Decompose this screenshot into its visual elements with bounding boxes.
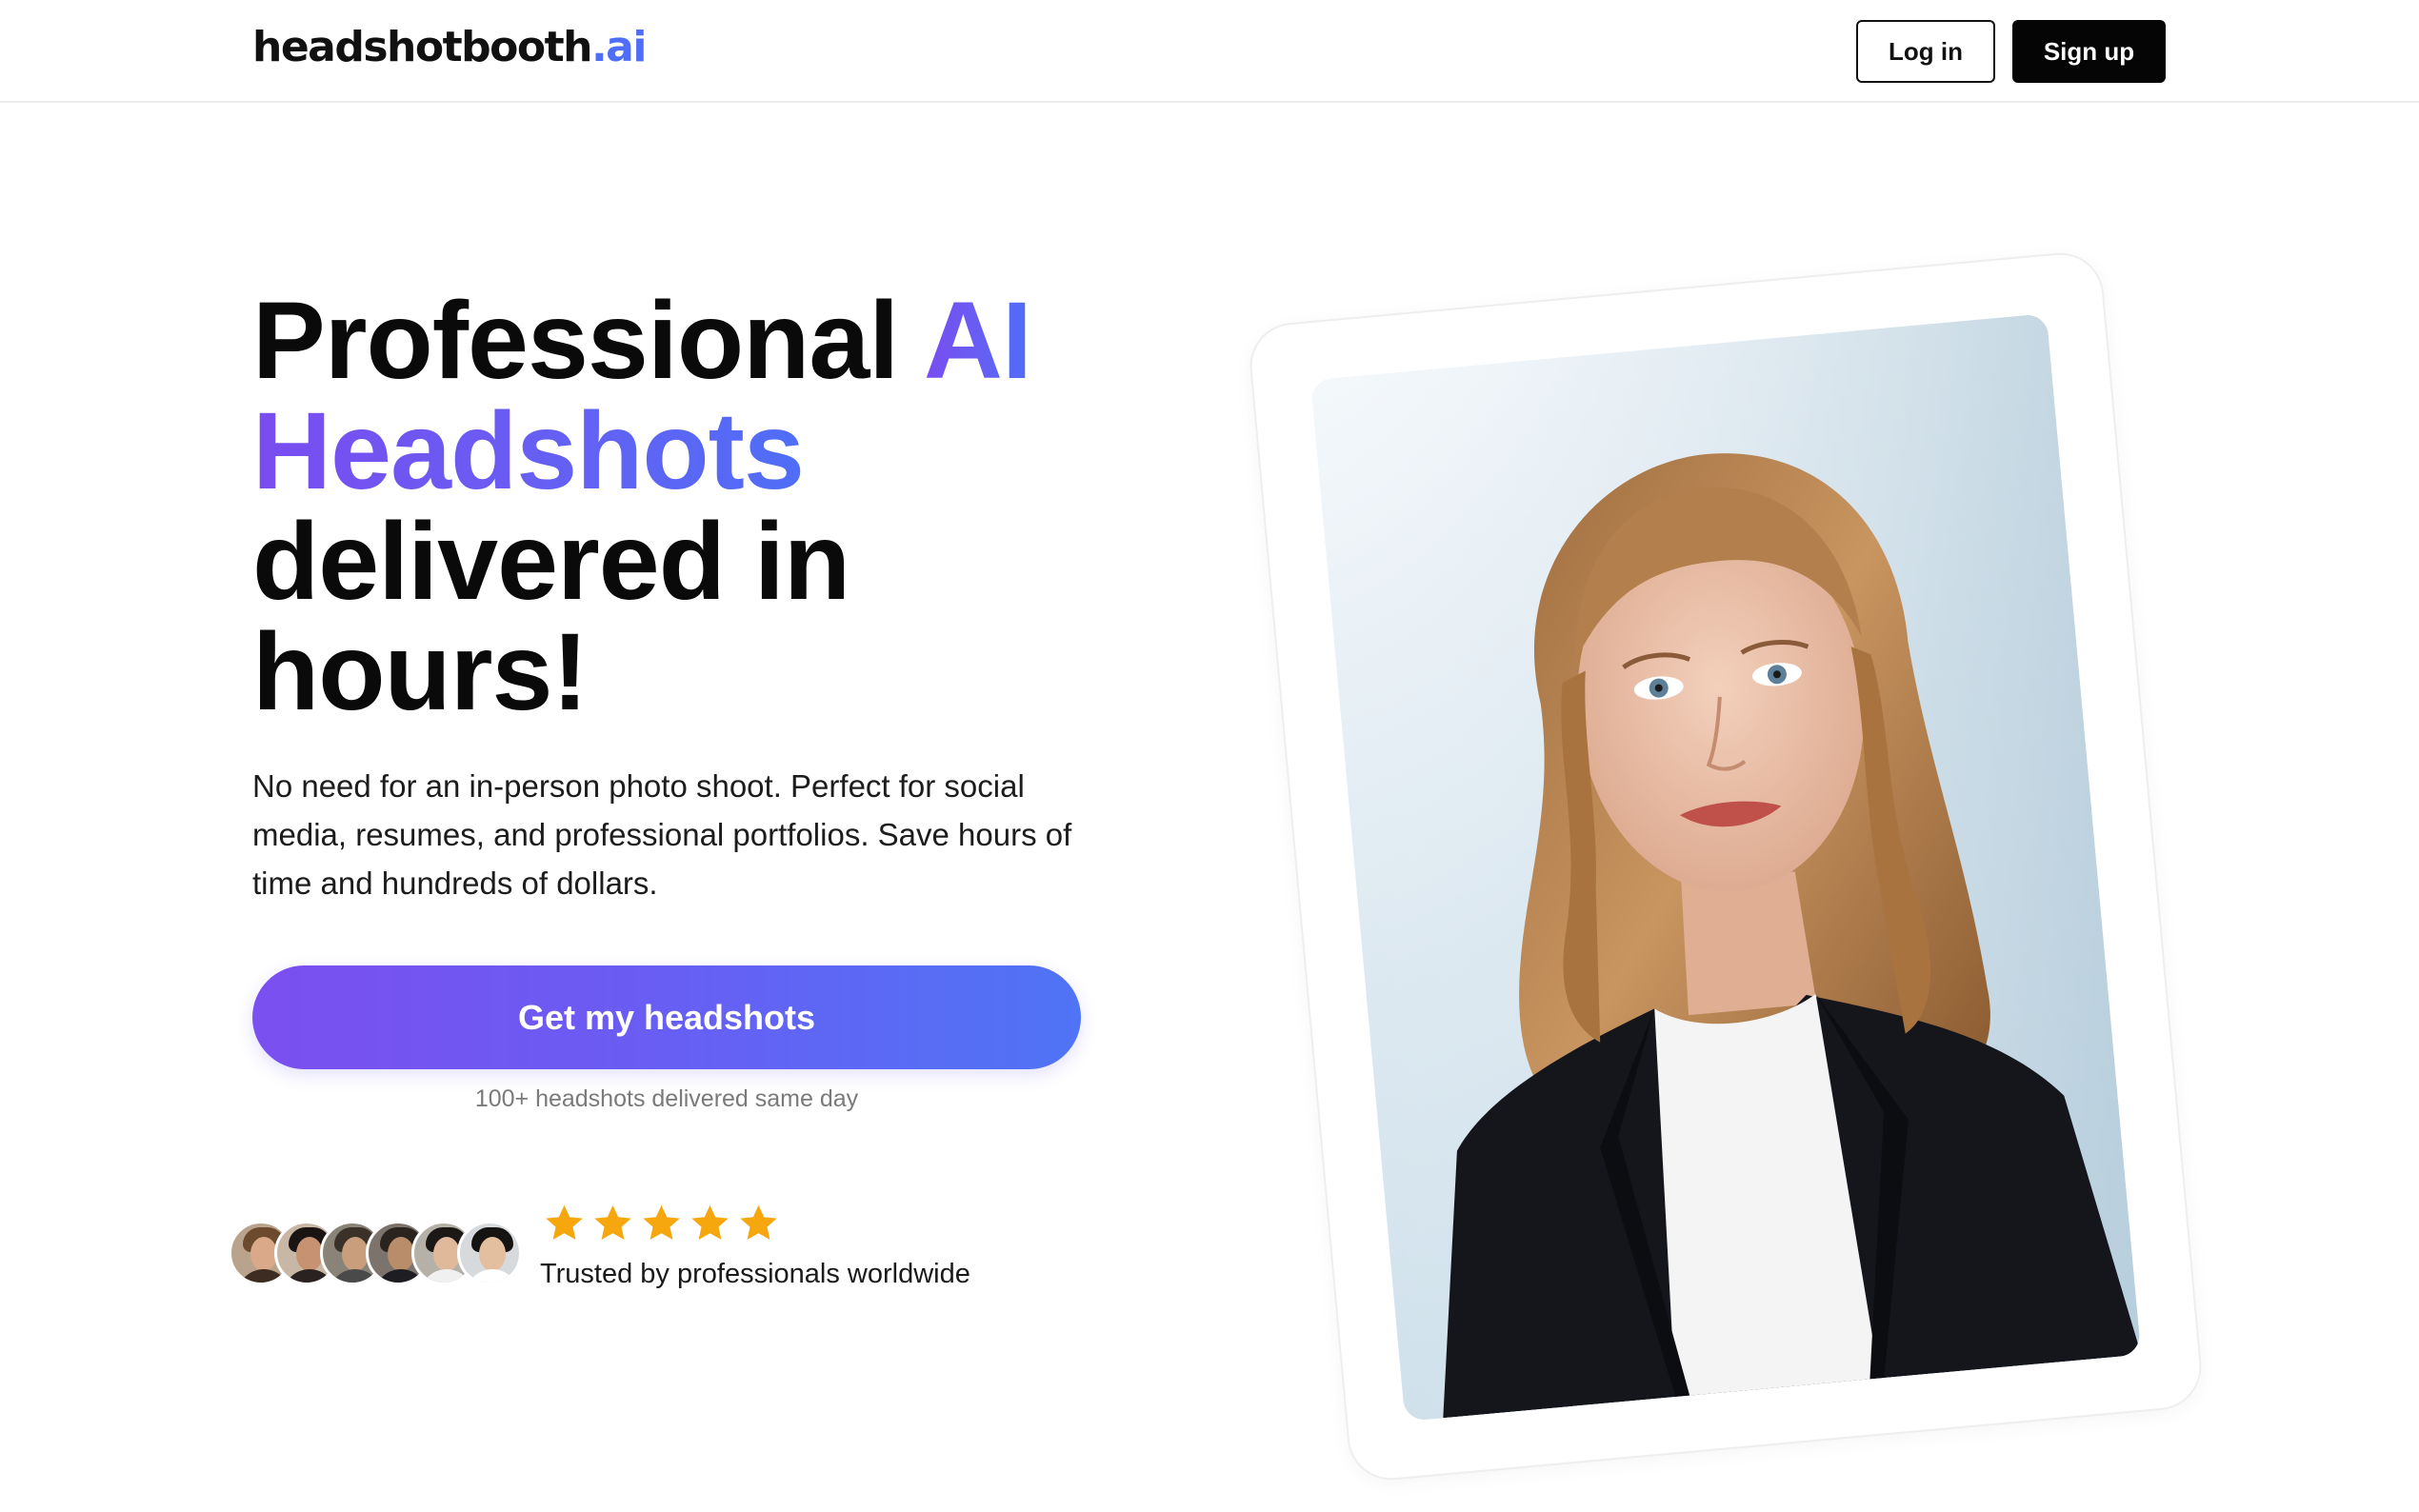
customer-avatars — [229, 1221, 524, 1285]
site-header: headshotbooth.ai Log in Sign up — [0, 0, 2419, 103]
rating-stars — [542, 1202, 781, 1247]
headline-line-3: delivered in — [252, 501, 850, 623]
avatar — [457, 1221, 522, 1285]
login-button[interactable]: Log in — [1856, 20, 1995, 83]
headline-accent-headshots: Headshots — [252, 390, 805, 512]
headline-text: Professional — [252, 280, 924, 402]
hero-subtext: No need for an in-person photo shoot. Pe… — [252, 768, 1072, 901]
logo-text: headshotbooth — [252, 23, 592, 71]
hero-headline: Professional AI Headshots delivered in h… — [252, 286, 1110, 727]
sample-headshot-image — [1309, 313, 2142, 1422]
headline-line-4: hours! — [252, 611, 589, 733]
headline-accent-ai: AI — [923, 280, 1032, 402]
star-icon — [691, 1204, 729, 1240]
logo-accent: .ai — [590, 23, 648, 71]
star-icon — [740, 1204, 777, 1240]
signup-button[interactable]: Sign up — [2012, 20, 2166, 83]
get-headshots-button[interactable]: Get my headshots — [252, 965, 1081, 1069]
star-icon — [546, 1204, 583, 1240]
star-icon — [643, 1204, 680, 1240]
cta-note: 100+ headshots delivered same day — [474, 1085, 859, 1112]
headshot-card — [1246, 249, 2206, 1484]
star-icon — [594, 1204, 631, 1240]
headshot-illustration — [1309, 313, 2142, 1422]
trust-text: Trusted by professionals worldwide — [540, 1259, 970, 1289]
logo[interactable]: headshotbooth.ai — [252, 23, 648, 71]
